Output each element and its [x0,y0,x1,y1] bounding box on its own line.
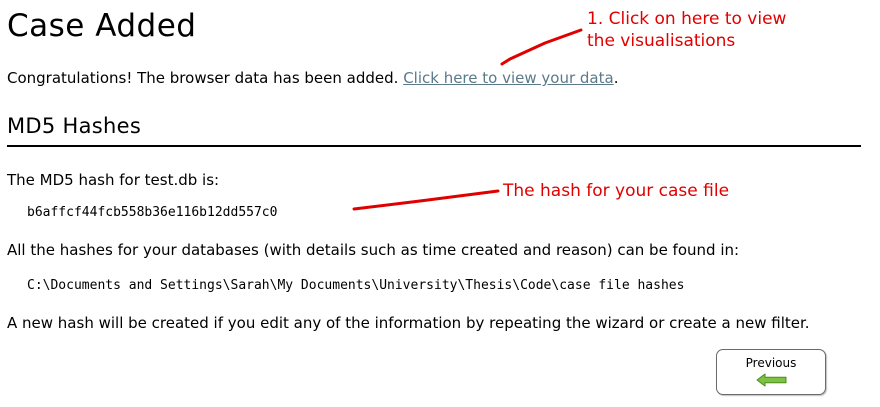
hash-value: b6affcf44fcb558b36e116b12dd557c0 [27,205,278,220]
previous-button-label: Previous [745,356,797,370]
annotation-hash-file: The hash for your case file [503,181,730,201]
annotation-arrow-hash [352,189,500,211]
page-title: Case Added [7,8,197,44]
new-hash-note: A new hash will be created if you edit a… [7,314,810,332]
previous-button[interactable]: Previous [716,349,826,395]
annotation-visualisations: 1. Click on here to view the visualisati… [587,8,786,52]
hashes-location-text: All the hashes for your databases (with … [7,241,740,259]
annotation-arrow-visualisations [500,28,583,66]
left-arrow-icon [756,373,787,387]
congrats-message: Congratulations! The browser data has be… [7,68,618,88]
annotation-visualisations-line2: the visualisations [587,31,736,51]
congrats-text: Congratulations! The browser data has be… [7,69,404,87]
hashes-path: C:\Documents and Settings\Sarah\My Docum… [27,278,685,293]
section-divider [7,145,861,147]
hash-intro-text: The MD5 hash for test.db is: [7,171,220,189]
md5-hashes-heading: MD5 Hashes [7,114,142,138]
annotation-visualisations-line1: 1. Click on here to view [587,9,787,29]
view-data-link[interactable]: Click here to view your data [403,69,614,87]
congrats-period: . [613,69,619,87]
